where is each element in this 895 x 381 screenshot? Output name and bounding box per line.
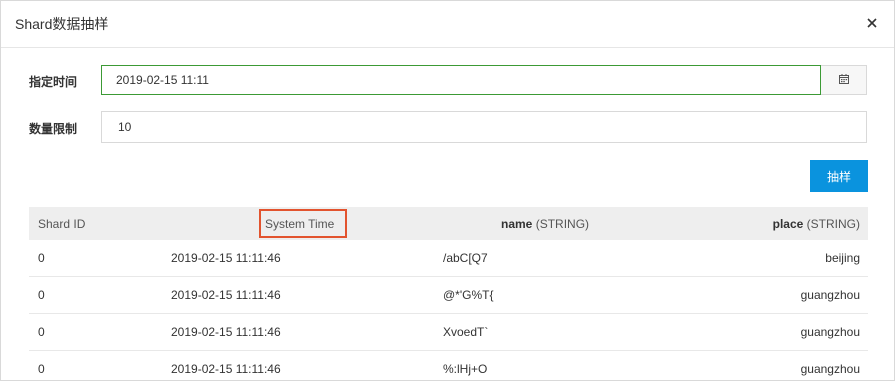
sample-table: Shard ID System Time name (STRING) place… — [29, 207, 868, 380]
cell-shard-id: 0 — [38, 325, 45, 339]
cell-system-time: 2019-02-15 11:11:46 — [171, 251, 281, 265]
cell-shard-id: 0 — [38, 362, 45, 376]
header-place: place (STRING) — [773, 207, 860, 240]
dialog-title: Shard数据抽样 — [15, 16, 109, 32]
cell-place: guangzhou — [800, 325, 860, 339]
cell-system-time: 2019-02-15 11:11:46 — [171, 362, 281, 376]
header-shard-id: Shard ID — [38, 216, 86, 231]
cell-name: XvoedT` — [443, 325, 489, 339]
sample-button[interactable]: 抽样 — [810, 160, 868, 192]
calendar-icon — [838, 71, 849, 89]
dialog-header: Shard数据抽样 — [1, 1, 894, 48]
cell-name: /abC[Q7 — [443, 251, 488, 265]
shard-sampling-dialog: Shard数据抽样 指定时间 2019-02-15 11:11 数量限制 10 … — [0, 0, 895, 381]
table-row: 0 2019-02-15 11:11:46 @*'G%T{ guangzhou — [29, 277, 868, 314]
count-input[interactable]: 10 — [101, 111, 867, 143]
header-place-type: (STRING) — [803, 216, 860, 231]
header-place-field: place — [772, 216, 804, 231]
cell-place: guangzhou — [800, 288, 860, 302]
time-row: 指定时间 2019-02-15 11:11 — [1, 65, 894, 97]
cell-system-time: 2019-02-15 11:11:46 — [171, 288, 281, 302]
cell-name: @*'G%T{ — [443, 288, 494, 302]
system-time-highlight-box — [259, 209, 347, 238]
cell-place: guangzhou — [800, 362, 860, 376]
cell-name: %:lHj+O — [443, 362, 488, 376]
time-input[interactable]: 2019-02-15 11:11 — [101, 65, 821, 95]
close-icon[interactable] — [864, 15, 880, 31]
table-header: Shard ID System Time name (STRING) place… — [29, 207, 868, 240]
cell-shard-id: 0 — [38, 288, 45, 302]
header-name-type: (STRING) — [532, 216, 590, 231]
count-row: 数量限制 10 — [1, 111, 894, 143]
header-name: name (STRING) — [501, 207, 589, 240]
calendar-button[interactable] — [821, 65, 867, 95]
table-row: 0 2019-02-15 11:11:46 /abC[Q7 beijing — [29, 240, 868, 277]
cell-system-time: 2019-02-15 11:11:46 — [171, 325, 281, 339]
table-row: 0 2019-02-15 11:11:46 %:lHj+O guangzhou — [29, 351, 868, 380]
cell-place: beijing — [825, 251, 860, 265]
table-row: 0 2019-02-15 11:11:46 XvoedT` guangzhou — [29, 314, 868, 351]
cell-shard-id: 0 — [38, 251, 45, 265]
header-name-field: name — [501, 216, 533, 231]
count-label: 数量限制 — [29, 122, 78, 136]
time-label: 指定时间 — [29, 75, 78, 89]
